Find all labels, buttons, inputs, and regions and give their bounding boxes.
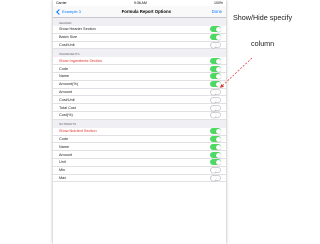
annotation-label-line1: Show/Hide specify [233, 13, 293, 22]
option-label: Amount [59, 152, 73, 157]
toggle-switch[interactable] [210, 104, 221, 111]
option-label: Name [59, 144, 70, 149]
option-label: Total Cost [59, 105, 76, 110]
option-row: Code [53, 135, 226, 144]
option-label: Show Header Section [59, 27, 96, 32]
option-row: Unit [53, 159, 226, 167]
chevron-left-icon [56, 8, 62, 15]
toggle-switch[interactable] [210, 151, 221, 158]
navigation-bar: Example 3 Formula Report Options Done [53, 6, 226, 18]
toggle-switch[interactable] [210, 128, 221, 135]
option-row: Code [53, 65, 226, 73]
option-label: Show Ingredients Section [59, 58, 103, 63]
annotation-label-line2: column [251, 39, 275, 48]
toggle-knob [216, 66, 221, 72]
toggle-knob [211, 89, 216, 95]
option-label: Unit [59, 160, 66, 165]
toggle-switch[interactable] [210, 34, 221, 41]
option-label: Amount(%) [59, 82, 78, 87]
option-label: Min [59, 168, 66, 173]
option-row: Show Header Section [53, 26, 226, 34]
toggle-switch[interactable] [210, 26, 221, 33]
option-label: Cost(%) [59, 113, 73, 118]
option-row: Cost/Unit [53, 41, 226, 50]
done-button[interactable]: Done [212, 9, 222, 14]
toggle-knob [211, 42, 216, 48]
toggle-knob [211, 168, 216, 174]
toggle-knob [216, 82, 221, 88]
toggle-knob [211, 105, 216, 111]
toggle-switch[interactable] [210, 112, 221, 119]
toggle-knob [211, 97, 216, 103]
toggle-knob [216, 58, 221, 64]
carrier-label: Carrier [56, 1, 67, 5]
toggle-switch[interactable] [210, 57, 221, 64]
toggle-switch[interactable] [210, 96, 221, 103]
status-time: 9:36 AM [133, 1, 147, 5]
toggle-switch[interactable] [210, 159, 221, 166]
toggle-knob [216, 136, 221, 142]
toggle-switch[interactable] [210, 88, 221, 95]
toggle-knob [216, 160, 221, 166]
toggle-switch[interactable] [210, 81, 221, 88]
page-title: Formula Report Options [121, 9, 172, 14]
toggle-knob [216, 144, 221, 150]
option-row: Show Nutrient Section [53, 128, 226, 136]
toggle-switch[interactable] [210, 73, 221, 80]
option-row: Name [53, 73, 226, 81]
toggle-switch[interactable] [210, 167, 221, 174]
toggle-knob [211, 175, 216, 181]
option-row: Total Cost [53, 104, 226, 112]
option-label: Code [59, 66, 69, 71]
toggle-switch[interactable] [210, 41, 221, 48]
option-label: Batch Size [59, 35, 78, 40]
toggle-knob [216, 152, 221, 158]
arrow-line [221, 57, 253, 87]
option-row: Max [53, 174, 226, 183]
option-row: Amount [53, 88, 226, 97]
option-label: Show Nutrient Section [59, 129, 97, 134]
toggle-switch[interactable] [210, 65, 221, 72]
section-header: INGREDIENTS [53, 49, 226, 58]
ipad-screen: Carrier 9:36 AM 100% Example 3 Formula R… [53, 0, 226, 244]
battery-label: 100% [214, 1, 223, 5]
option-label: Amount [59, 89, 73, 94]
toggle-switch[interactable] [210, 135, 221, 142]
section-header: HEADER [53, 18, 226, 26]
section-header: NUTRIENTS [53, 119, 226, 128]
options-list: HEADER Show Header Section Batch Size Cost/… [53, 18, 226, 183]
option-row: Amount(%) [53, 81, 226, 89]
toggle-switch[interactable] [210, 143, 221, 150]
toggle-knob [216, 27, 221, 33]
option-row: Min [53, 167, 226, 175]
option-row: Show Ingredients Section [53, 57, 226, 66]
toggle-switch[interactable] [210, 174, 221, 181]
option-label: Name [59, 74, 70, 79]
back-button[interactable]: Example 3 [56, 8, 81, 15]
option-row: Batch Size [53, 34, 226, 42]
toggle-knob [216, 35, 221, 41]
toggle-knob [211, 113, 216, 119]
option-label: Cost/Unit [59, 42, 75, 47]
option-row: Cost(%) [53, 112, 226, 120]
back-button-label: Example 3 [62, 9, 81, 14]
option-row: Name [53, 143, 226, 152]
toggle-knob [216, 74, 221, 80]
option-label: Cost/Unit [59, 97, 75, 102]
option-row: Amount [53, 151, 226, 159]
toggle-knob [216, 129, 221, 135]
option-label: Code [59, 136, 69, 141]
option-row: Cost/Unit [53, 96, 226, 105]
option-label: Max [59, 175, 67, 180]
